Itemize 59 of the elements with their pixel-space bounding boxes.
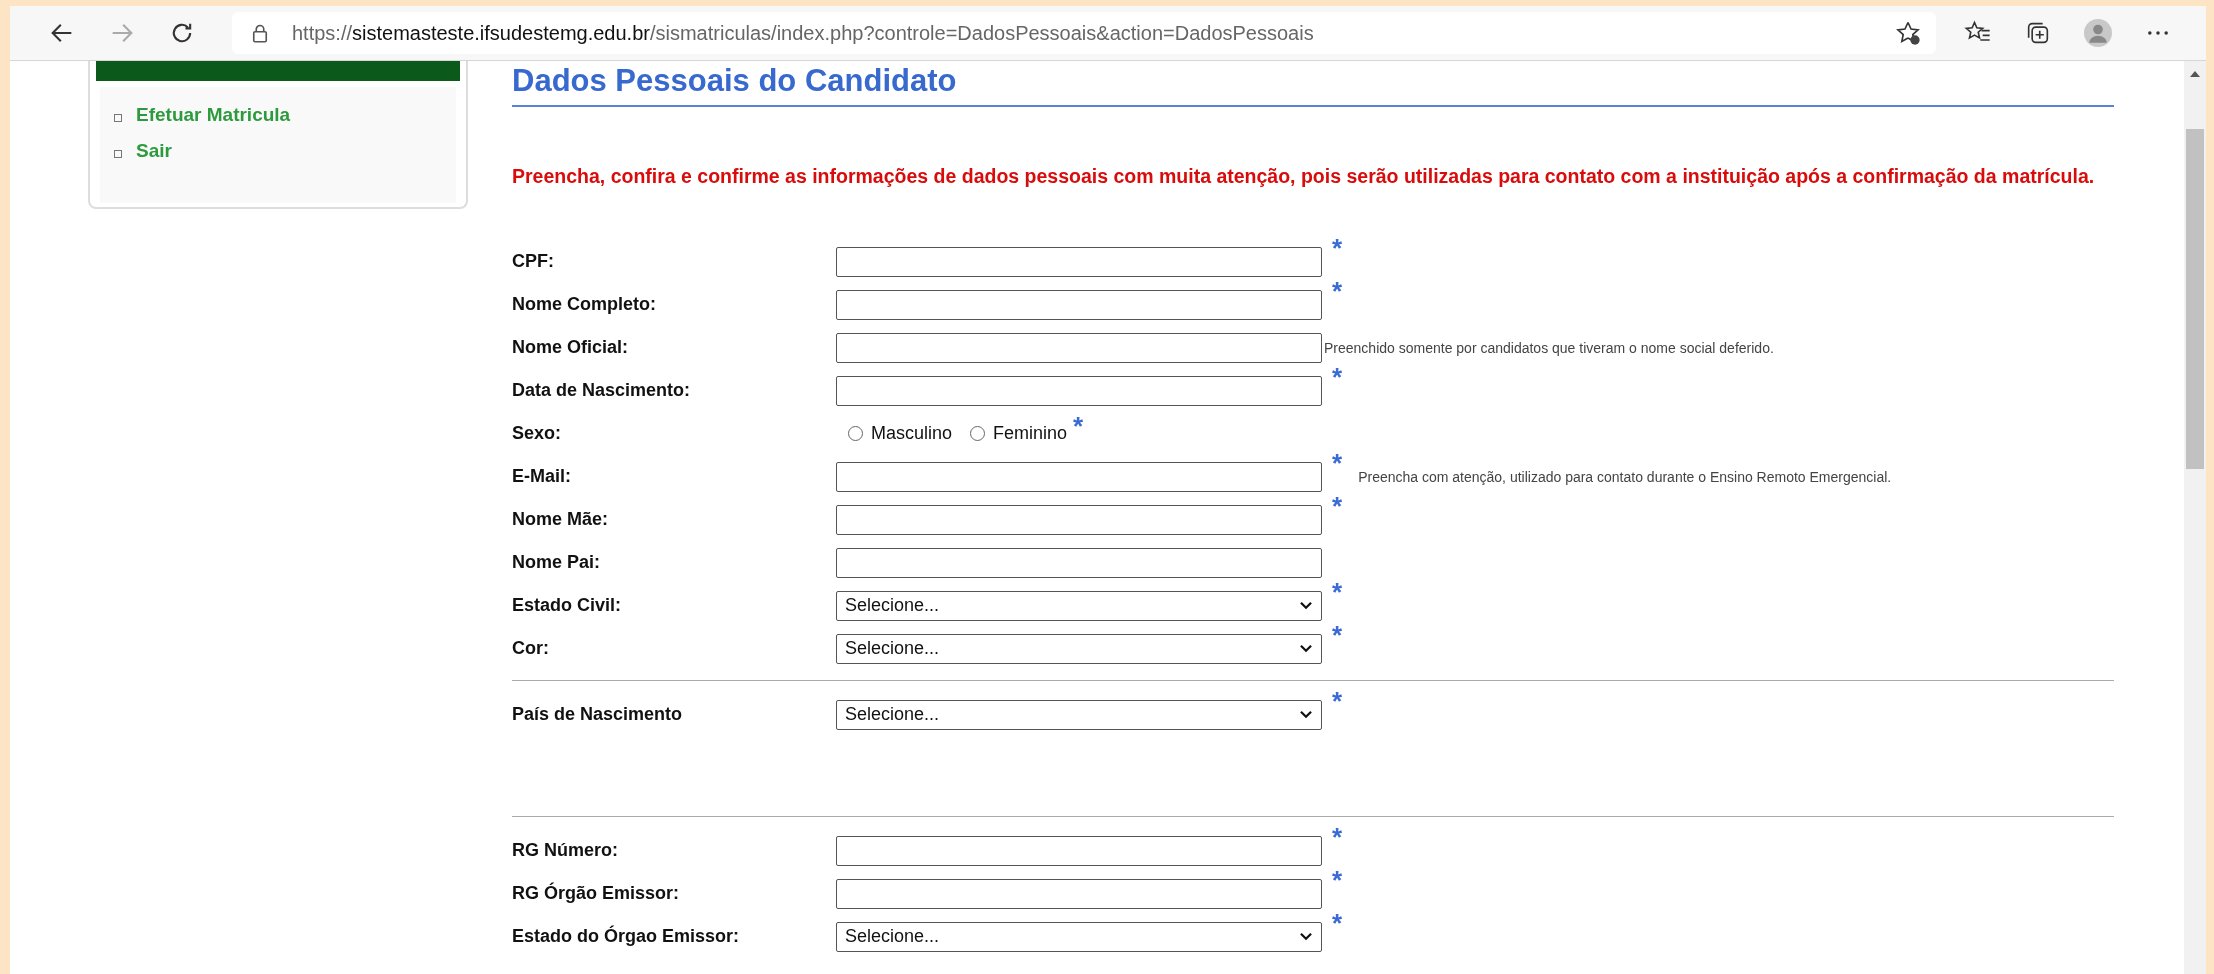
scrollbar[interactable]	[2184, 61, 2206, 974]
field-label: Cor:	[512, 638, 550, 659]
field-label: Data de Nascimento:	[512, 380, 692, 401]
dropdown-field[interactable]: Selecione...	[836, 699, 1322, 730]
required-asterisk: *	[1332, 868, 1343, 891]
field-label: Nome Pai:	[512, 552, 602, 573]
required-asterisk: *	[1332, 494, 1343, 517]
url-text: https://sistemasteste.ifsudestemg.edu.br/sismatriculas/index.php?controle=DadosPessoais&action=DadosPessoais	[292, 21, 1315, 45]
input-field[interactable]	[836, 547, 1322, 578]
page-title: Dados Pessoais do Candidato	[512, 61, 2114, 107]
field-label: País de Nascimento	[512, 704, 684, 725]
field-hint: Preencha com atenção, utilizado para contato durante o Ensino Remoto Emergencial.	[1358, 468, 1892, 485]
field-label: Estado Civil:	[512, 595, 623, 616]
input-field[interactable]	[836, 835, 1322, 866]
field-label: RG Número:	[512, 840, 619, 861]
chevron-down-icon	[1299, 710, 1313, 719]
field-label: Nome Oficial:	[512, 337, 630, 358]
lock-icon	[250, 23, 270, 43]
field-label: Estado do Órgao Emissor:	[512, 926, 741, 947]
required-asterisk: *	[1332, 689, 1343, 712]
bullet-icon	[114, 114, 122, 122]
dropdown-field[interactable]: Selecione...	[836, 921, 1322, 952]
dropdown-field[interactable]: Selecione...	[836, 633, 1322, 664]
chevron-down-icon	[1299, 644, 1313, 653]
field-label: Sexo:	[512, 423, 563, 444]
required-asterisk: *	[1332, 279, 1343, 302]
field-label: Nome Completo:	[512, 294, 657, 315]
required-asterisk: *	[1073, 415, 1084, 437]
required-asterisk: *	[1332, 911, 1343, 934]
field-label: Nome Mãe:	[512, 509, 610, 530]
scroll-up-arrow-icon[interactable]	[2190, 71, 2200, 77]
field-label: E-Mail:	[512, 466, 572, 487]
input-field[interactable]	[836, 289, 1322, 320]
input-field[interactable]	[836, 332, 1322, 363]
address-bar[interactable]: https://sistemasteste.ifsudestemg.edu.br/sismatriculas/index.php?controle=DadosPessoais&action=DadosPessoais	[232, 12, 1936, 54]
profile-avatar-icon[interactable]	[2084, 19, 2112, 47]
input-field[interactable]	[836, 246, 1322, 277]
required-asterisk: *	[1332, 580, 1343, 603]
add-favorite-icon[interactable]	[1894, 19, 1922, 47]
scrollbar-thumb[interactable]	[2186, 129, 2204, 469]
required-asterisk: *	[1332, 825, 1343, 848]
notice-text: Preencha, confira e confirme as informações de dados pessoais com muita atenção, pois serão utilizadas para contato com a instituição após a confirmação da matrícula.	[512, 164, 2096, 189]
dropdown-field[interactable]: Selecione...	[836, 590, 1322, 621]
input-field[interactable]	[836, 461, 1322, 492]
chevron-down-icon	[1299, 601, 1313, 610]
field-hint: Preenchido somente por candidatos que tiveram o nome social deferido.	[1324, 339, 1774, 356]
radio-label[interactable]: Masculino	[871, 423, 953, 444]
required-asterisk: *	[1332, 236, 1343, 259]
field-label: CPF:	[512, 251, 555, 272]
required-asterisk: *	[1332, 365, 1343, 388]
chevron-down-icon	[1299, 932, 1313, 941]
input-field[interactable]	[836, 878, 1322, 909]
input-field[interactable]	[836, 504, 1322, 535]
radio-label[interactable]: Feminino	[993, 423, 1068, 444]
required-asterisk: *	[1332, 451, 1343, 474]
field-label: RG Órgão Emissor:	[512, 883, 681, 904]
bullet-icon	[114, 150, 122, 158]
required-asterisk: *	[1332, 623, 1343, 646]
input-field[interactable]	[836, 375, 1322, 406]
